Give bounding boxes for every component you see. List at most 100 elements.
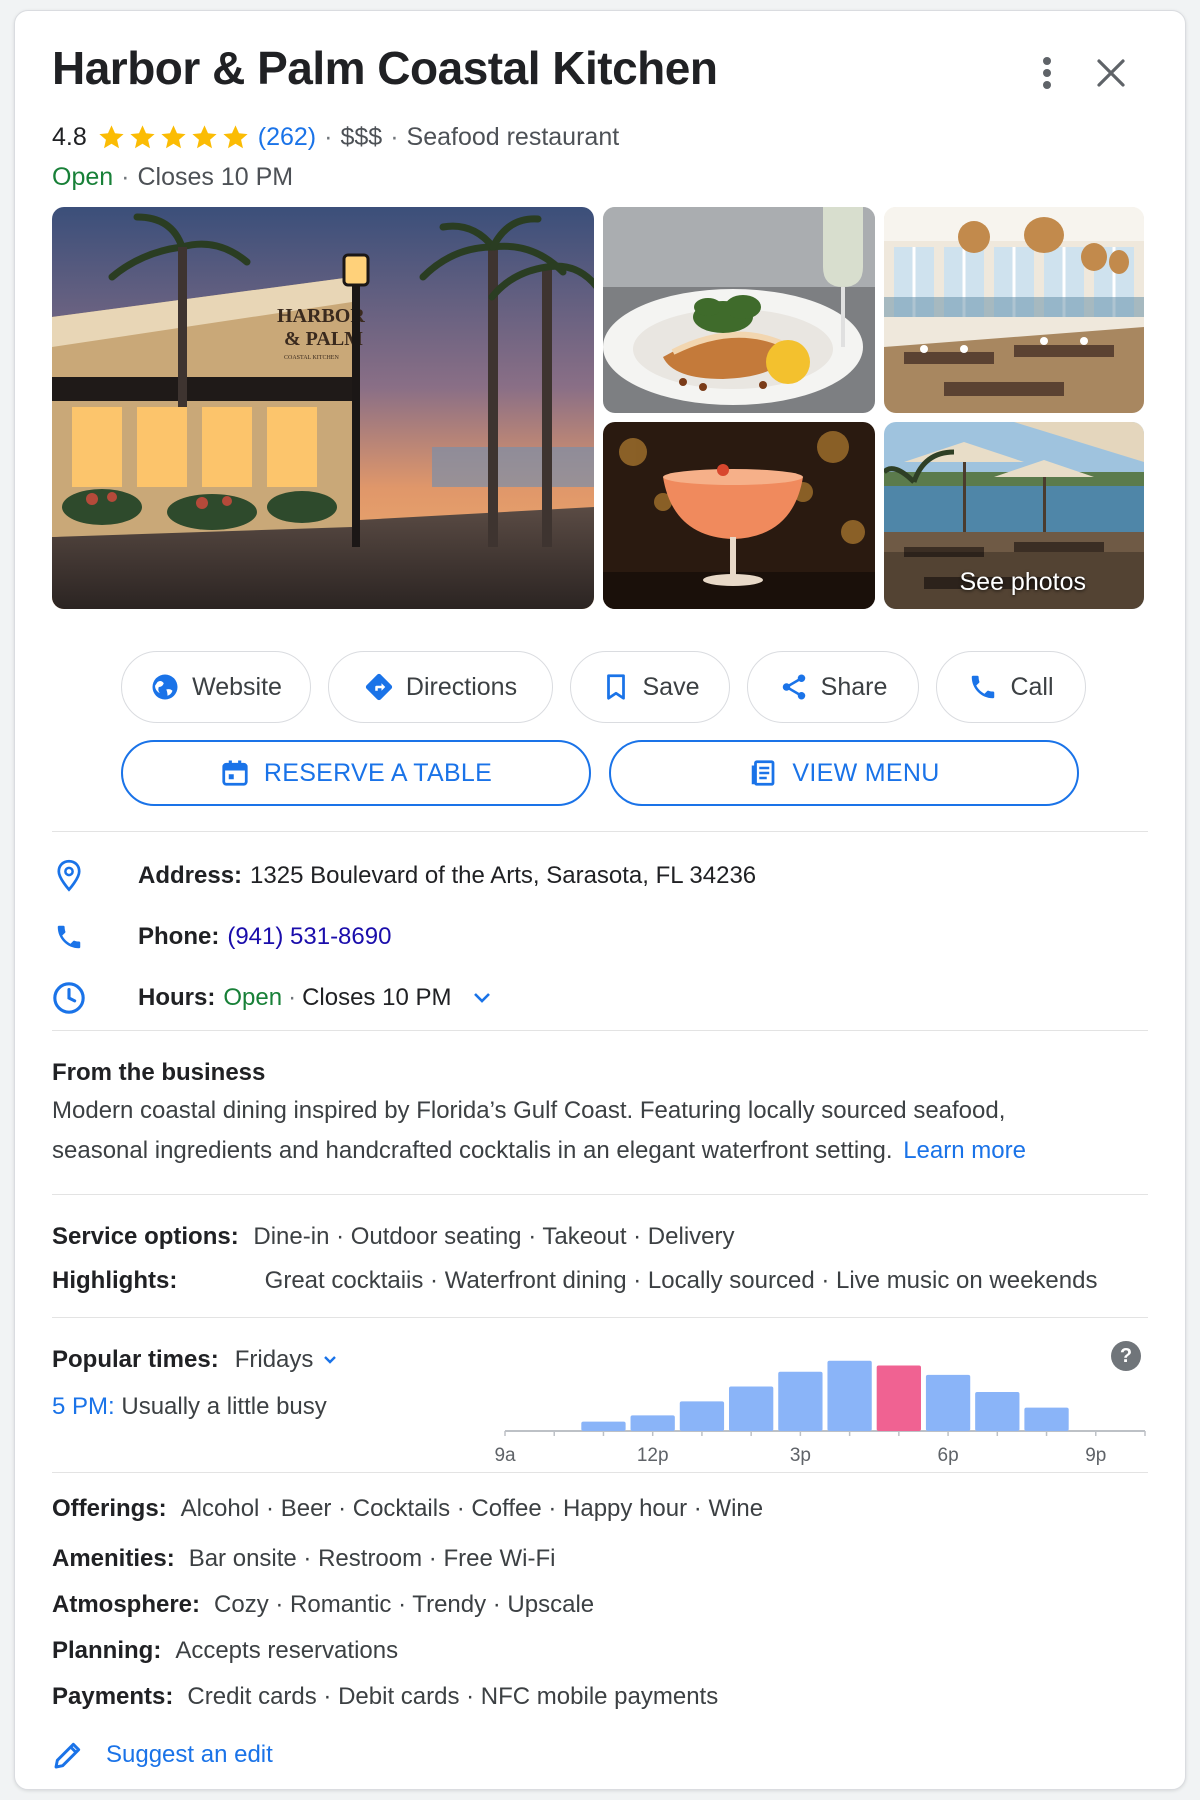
highlights-value: Great cocktaiis · Waterfront dining · Lo… — [264, 1267, 1098, 1294]
phone-icon — [972, 675, 995, 699]
cocktail-photo[interactable] — [603, 422, 875, 609]
day-selector-value: Fridays — [234, 1346, 314, 1373]
share-button[interactable]: Share — [747, 651, 919, 723]
service-options-label: Service options: — [52, 1223, 239, 1250]
place-title: Harbor & Palm Coastal Kitchen — [52, 42, 718, 94]
save-button-label: Save — [642, 672, 700, 701]
hours-row: Hours: Open · Closes 10 PM — [52, 981, 491, 1015]
live-busyness: 5 PM: Usually a little busy — [52, 1393, 327, 1421]
address-label: Address: — [138, 862, 243, 889]
service-options-value: Dine-in · Outdoor seating · Takeout · De… — [253, 1223, 735, 1250]
attribute-value: Cozy · Romantic · Trendy · Upscale — [214, 1591, 595, 1618]
directions-icon — [365, 673, 393, 701]
star-icon — [99, 125, 124, 149]
business-description: Modern coastal dining inspired by Florid… — [52, 1091, 1062, 1171]
chart-tick-label: 9p — [1085, 1445, 1106, 1466]
divider — [52, 1317, 1148, 1318]
dish-photo[interactable] — [603, 207, 875, 413]
website-button[interactable]: Website — [121, 651, 311, 723]
day-selector[interactable]: Fridays — [235, 1346, 338, 1374]
chart-bar[interactable] — [778, 1371, 823, 1431]
sign-text: COASTAL KITCHEN — [284, 355, 339, 361]
open-status-row: Open · Closes 10 PM — [52, 163, 294, 191]
patio-photo[interactable]: See photos — [884, 422, 1144, 609]
attribute-label: Payments: — [52, 1683, 174, 1710]
service-options-row: Service options: Dine-in · Outdoor seati… — [52, 1223, 735, 1251]
globe-icon — [152, 674, 178, 700]
chart-bar[interactable] — [876, 1365, 921, 1431]
closing-time: Closes 10 PM — [137, 163, 294, 191]
phone-row: Phone: (941) 531-8690 — [52, 920, 391, 954]
attribute-value: Alcohol · Beer · Cocktails · Coffee · Ha… — [180, 1495, 764, 1522]
suggest-edit-link[interactable]: Suggest an edit — [52, 1739, 273, 1771]
call-button-label: Call — [1010, 672, 1054, 701]
attribute-value: Accepts reservations — [175, 1637, 399, 1664]
rating-value: 4.8 — [52, 123, 87, 151]
highlights-row: Highlights: Great cocktaiis · Waterfront… — [52, 1267, 1097, 1295]
pencil-icon — [54, 1742, 81, 1769]
sign-text: & PALM — [284, 328, 363, 350]
price-level: $$$ — [340, 123, 383, 151]
open-status: Open — [52, 163, 114, 191]
popular-times-chart: 9a 12p 3p 6p 9p — [495, 1360, 1146, 1466]
directions-button[interactable]: Directions — [328, 651, 553, 723]
reserve-table-button[interactable]: RESERVE A TABLE — [121, 740, 591, 806]
chart-bar[interactable] — [630, 1415, 675, 1431]
attribute-row: Payments: Credit cards · Debit cards · NF… — [52, 1683, 718, 1711]
attribute-row: Planning: Accepts reservations — [52, 1637, 398, 1665]
attribute-label: Planning: — [52, 1637, 162, 1664]
rating-row: 4.8 (262) · $$$ · Seafood restaurant — [52, 123, 620, 152]
view-menu-button[interactable]: VIEW MENU — [609, 740, 1079, 806]
chevron-down-icon[interactable] — [473, 992, 491, 1004]
chart-tick-label: 3p — [790, 1445, 811, 1466]
reserve-table-label: RESERVE A TABLE — [263, 758, 493, 787]
address-row: Address: 1325 Boulevard of the Arts, Sar… — [52, 859, 756, 893]
chart-bar[interactable] — [729, 1386, 774, 1431]
busyness-time: 5 PM: — [52, 1393, 115, 1420]
attribute-row: Amenities: Bar onsite · Restroom · Free W… — [52, 1545, 555, 1573]
chart-bar[interactable] — [679, 1401, 725, 1431]
chart-bar[interactable] — [827, 1360, 872, 1431]
star-icon — [130, 125, 155, 149]
suggest-edit-label: Suggest an edit — [106, 1741, 273, 1768]
attribute-value: Bar onsite · Restroom · Free Wi-Fi — [188, 1545, 556, 1572]
see-photos-label[interactable]: See photos — [960, 568, 1087, 597]
chart-tick-label: 12p — [637, 1445, 669, 1466]
close-icon[interactable] — [1089, 51, 1133, 95]
review-count-link[interactable]: (262) — [258, 123, 316, 152]
save-button[interactable]: Save — [570, 651, 730, 723]
divider — [52, 1472, 1148, 1473]
more-options-icon[interactable] — [1025, 51, 1069, 95]
phone-link[interactable]: (941) 531-8690 — [227, 923, 391, 951]
popular-times-header: Popular times: Fridays — [52, 1346, 337, 1374]
phone-icon — [52, 920, 86, 954]
highlights-label: Highlights: — [52, 1267, 178, 1294]
attribute-label: Amenities: — [52, 1545, 175, 1572]
chart-bar[interactable] — [975, 1392, 1020, 1431]
business-section-title: From the business — [52, 1059, 266, 1086]
popular-times-label: Popular times: — [52, 1346, 219, 1373]
chart-tick-label: 6p — [938, 1445, 959, 1466]
star-icon — [192, 125, 217, 149]
attribute-value: Credit cards · Debit cards · NFC mobile … — [187, 1683, 719, 1710]
learn-more-link[interactable]: Learn more — [903, 1137, 1026, 1164]
address-value[interactable]: 1325 Boulevard of the Arts, Sarasota, FL… — [250, 862, 756, 890]
view-menu-label: VIEW MENU — [792, 758, 940, 787]
hours-closes: Closes 10 PM — [302, 984, 452, 1011]
call-button[interactable]: Call — [936, 651, 1086, 723]
chart-bar[interactable] — [1024, 1407, 1069, 1431]
attribute-row: Atmosphere: Cozy · Romantic · Trendy · Up… — [52, 1591, 594, 1619]
chart-bar[interactable] — [925, 1374, 971, 1431]
bookmark-icon — [606, 674, 625, 700]
star-icon — [161, 125, 186, 149]
attribute-label: Atmosphere: — [52, 1591, 201, 1618]
calendar-icon — [222, 760, 248, 786]
chart-bar[interactable] — [581, 1421, 626, 1431]
storefront-photo[interactable]: HARBOR & PALM COASTAL KITCHEN — [52, 207, 594, 609]
dining-room-photo[interactable] — [884, 207, 1144, 413]
divider — [52, 831, 1148, 832]
directions-button-label: Directions — [405, 672, 518, 701]
attribute-row: Offerings: Alcohol · Beer · Cocktails · C… — [52, 1495, 763, 1523]
business-description-text: Modern coastal dining inspired by Florid… — [52, 1097, 1006, 1164]
category: Seafood restaurant — [406, 123, 620, 151]
